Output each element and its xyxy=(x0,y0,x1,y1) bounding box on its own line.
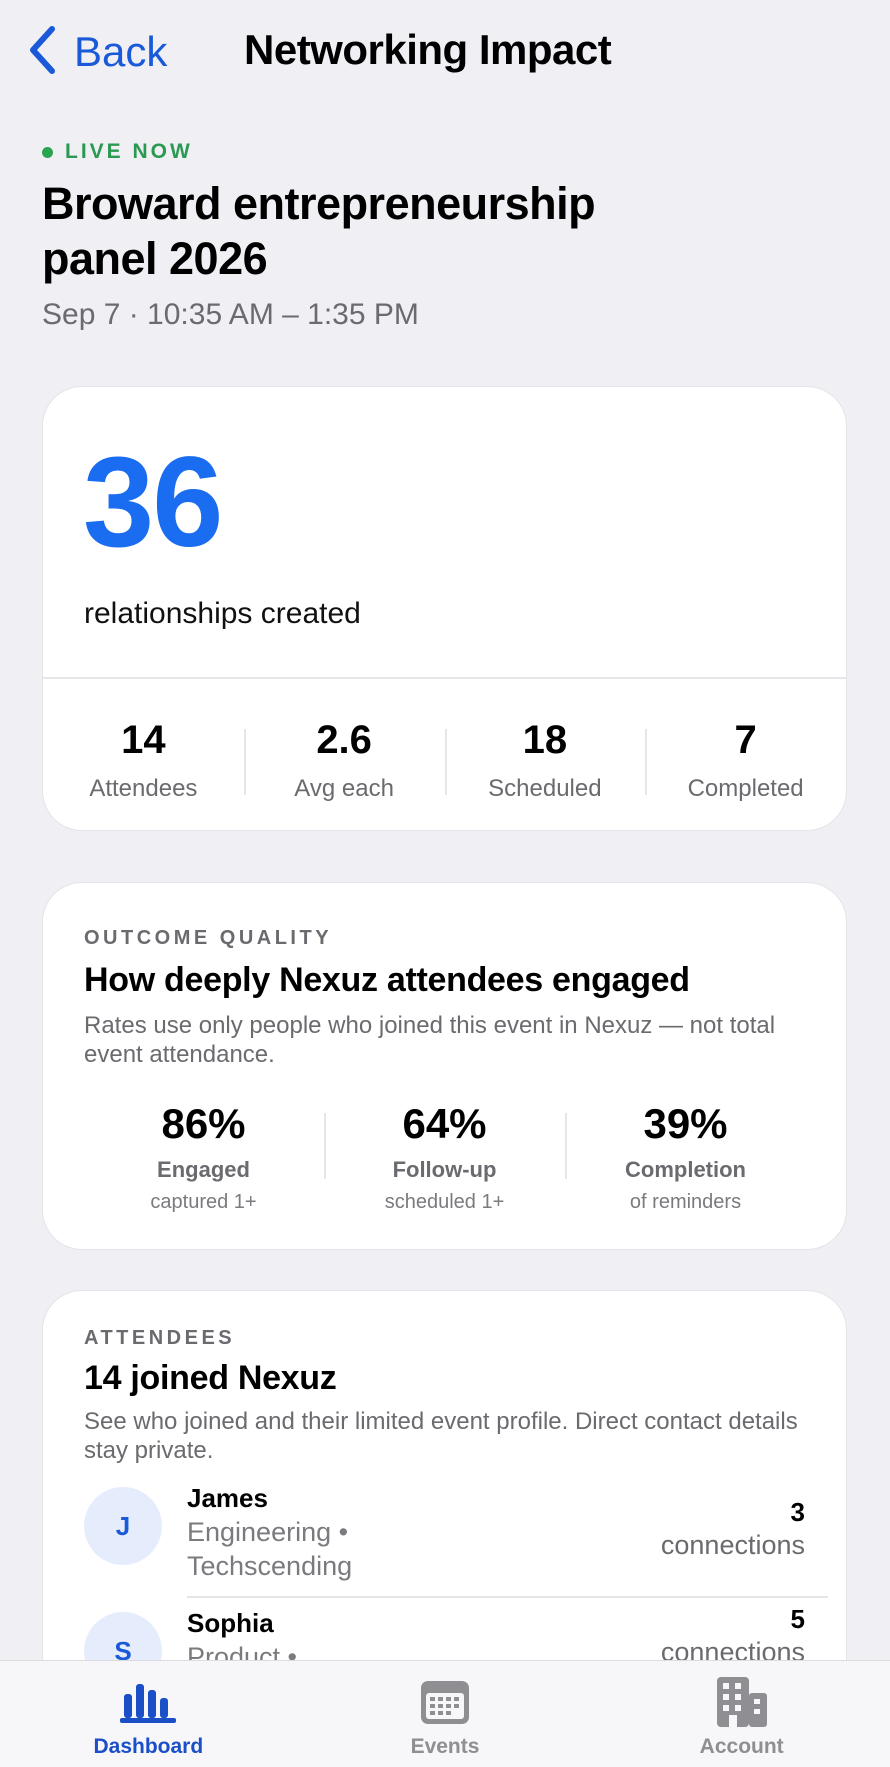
section-heading: 14 joined Nexuz xyxy=(84,1359,337,1397)
rate-engaged: 86% Engaged captured 1+ xyxy=(83,1100,324,1214)
rates-row: 86% Engaged captured 1+ 64% Follow-up sc… xyxy=(43,1100,846,1214)
connections-value: 5 xyxy=(790,1604,805,1634)
calendar-icon xyxy=(297,1677,594,1727)
section-heading: How deeply Nexuz attendees engaged xyxy=(84,961,690,999)
back-label: Back xyxy=(74,28,168,75)
rate-sublabel: captured 1+ xyxy=(150,1191,257,1213)
page-title: Networking Impact xyxy=(244,26,612,73)
tab-bar: Dashboard Events Account xyxy=(0,1660,890,1767)
stat-value: 2.6 xyxy=(316,718,372,762)
attendee-row[interactable]: J James Engineering • Techscending 3 con… xyxy=(84,1483,805,1593)
connections-count: 5 connections xyxy=(661,1604,805,1668)
stat-value: 18 xyxy=(522,718,568,762)
stat-label: Scheduled xyxy=(488,775,602,802)
tab-events[interactable]: Events xyxy=(297,1661,594,1767)
tab-account[interactable]: Account xyxy=(593,1661,890,1767)
live-status: LIVE NOW xyxy=(42,140,193,164)
stat-avg-each: 2.6 Avg each xyxy=(243,717,445,807)
stat-value: 7 xyxy=(734,718,757,762)
rate-follow-up: 64% Follow-up scheduled 1+ xyxy=(324,1100,565,1213)
stat-scheduled: 18 Scheduled xyxy=(444,717,646,807)
rate-value: 39% xyxy=(643,1100,728,1147)
rate-value: 64% xyxy=(402,1100,487,1147)
attendee-name: James xyxy=(187,1483,268,1513)
outcome-quality-card: OUTCOME QUALITY How deeply Nexuz attende… xyxy=(42,882,847,1250)
stat-label: Completed xyxy=(687,775,804,802)
live-dot-icon xyxy=(42,146,53,158)
avatar: J xyxy=(84,1487,162,1565)
tab-label: Account xyxy=(699,1735,784,1758)
rate-sublabel: scheduled 1+ xyxy=(384,1191,505,1213)
connections-value: 3 xyxy=(790,1497,805,1527)
nav-bar: Back Networking Impact xyxy=(0,0,890,100)
event-title: Broward entrepreneurship panel 2026 xyxy=(42,178,596,284)
stats-row: 14 Attendees 2.6 Avg each 18 Scheduled 7… xyxy=(43,717,846,807)
stat-label: Avg each xyxy=(294,775,394,802)
row-divider xyxy=(187,1596,828,1598)
rate-sublabel: of reminders xyxy=(629,1191,742,1213)
relationships-card: 36 relationships created 14 Attendees 2.… xyxy=(42,386,847,831)
back-button[interactable]: Back xyxy=(26,24,167,80)
tab-label: Dashboard xyxy=(93,1735,204,1758)
bar-chart-icon xyxy=(0,1677,297,1727)
divider xyxy=(43,677,846,679)
building-icon xyxy=(593,1677,890,1727)
tab-dashboard[interactable]: Dashboard xyxy=(0,1661,297,1767)
rate-label: Follow-up xyxy=(392,1157,497,1182)
relationships-count: 36 xyxy=(83,431,223,574)
rate-label: Engaged xyxy=(157,1157,250,1182)
rate-label: Completion xyxy=(625,1157,746,1182)
stat-completed: 7 Completed xyxy=(645,717,846,807)
connections-count: 3 connections xyxy=(661,1497,805,1561)
section-description: See who joined and their limited event p… xyxy=(84,1408,798,1464)
stat-label: Attendees xyxy=(89,775,198,802)
stat-value: 14 xyxy=(121,718,166,762)
rate-completion: 39% Completion of reminders xyxy=(565,1100,806,1213)
chevron-left-icon xyxy=(26,25,60,80)
section-overline: ATTENDEES xyxy=(84,1327,236,1349)
tab-label: Events xyxy=(410,1735,480,1758)
attendee-detail: Engineering • Techscending xyxy=(187,1517,353,1581)
event-time: Sep 7 · 10:35 AM – 1:35 PM xyxy=(42,298,419,331)
rate-value: 86% xyxy=(161,1100,246,1147)
connections-label: connections xyxy=(660,1530,805,1560)
relationships-label: relationships created xyxy=(84,597,361,630)
section-description: Rates use only people who joined this ev… xyxy=(84,1012,776,1068)
section-overline: OUTCOME QUALITY xyxy=(84,927,333,949)
attendee-name: Sophia xyxy=(187,1608,274,1638)
live-label: LIVE NOW xyxy=(65,140,193,163)
stat-attendees: 14 Attendees xyxy=(43,717,244,807)
